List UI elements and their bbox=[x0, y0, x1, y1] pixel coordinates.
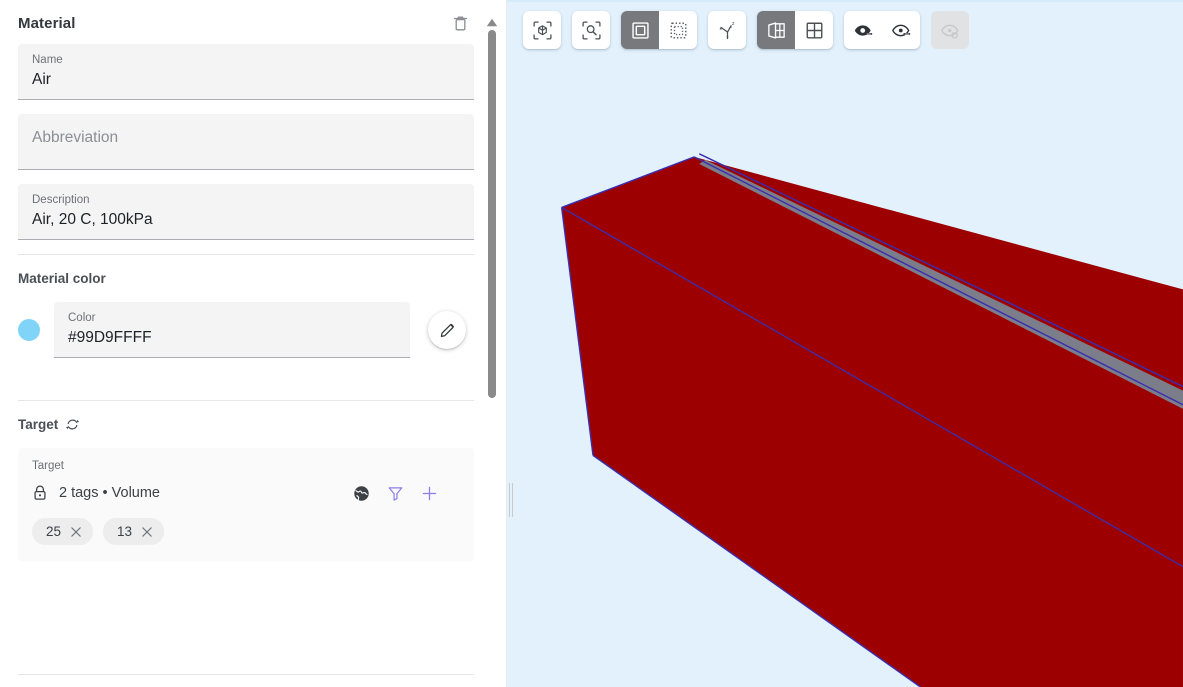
resize-grip-line bbox=[512, 483, 513, 517]
hide-selected-button[interactable] bbox=[882, 11, 920, 49]
axes-triad-button[interactable]: z bbox=[708, 11, 746, 49]
abbreviation-field[interactable]: Abbreviation bbox=[18, 114, 474, 170]
toolbar-group-layout bbox=[757, 11, 833, 49]
target-summary-left: 2 tags • Volume bbox=[32, 484, 160, 502]
trash-icon bbox=[453, 16, 467, 31]
select-box-button[interactable] bbox=[659, 11, 697, 49]
select-single-icon bbox=[631, 21, 649, 39]
scrollbar-thumb[interactable] bbox=[488, 30, 496, 398]
target-card-label: Target bbox=[32, 460, 64, 472]
target-tags: 25 13 bbox=[32, 518, 460, 545]
material-color-row: Color #99D9FFFF bbox=[0, 302, 492, 358]
zoom-to-selection-button[interactable] bbox=[572, 11, 610, 49]
select-single-button[interactable] bbox=[621, 11, 659, 49]
add-tag-button[interactable] bbox=[418, 482, 440, 504]
target-summary-row: 2 tags • Volume bbox=[32, 482, 460, 504]
description-field[interactable]: Description Air, 20 C, 100kPa bbox=[18, 184, 474, 240]
filter-icon bbox=[388, 486, 402, 501]
toolbar-group-visibility bbox=[844, 11, 920, 49]
toolbar-group-axes: z bbox=[708, 11, 746, 49]
globe-icon bbox=[353, 485, 369, 501]
show-hidden-button[interactable] bbox=[844, 11, 882, 49]
filter-button[interactable] bbox=[384, 482, 406, 504]
reset-visibility-button bbox=[931, 11, 969, 49]
pencil-icon bbox=[440, 323, 454, 337]
remove-tag-icon[interactable] bbox=[141, 526, 153, 538]
svg-text:z: z bbox=[731, 20, 734, 26]
app-root: Material Name Air Abbreviation Descripti… bbox=[0, 0, 1183, 687]
abbreviation-field-placeholder: Abbreviation bbox=[32, 128, 119, 146]
panel-scrollbar[interactable] bbox=[485, 0, 499, 687]
resize-grip-line bbox=[509, 483, 510, 517]
color-field-value: #99D9FFFF bbox=[68, 329, 152, 346]
panel-resize-handle[interactable] bbox=[507, 482, 515, 518]
refresh-icon[interactable] bbox=[65, 417, 80, 432]
panel-header: Material bbox=[0, 0, 492, 44]
material-color-section-header: Material color bbox=[0, 255, 492, 296]
select-box-icon bbox=[670, 22, 686, 38]
target-section-header: Target bbox=[0, 401, 492, 442]
name-field-value: Air bbox=[32, 71, 51, 88]
color-swatch[interactable] bbox=[18, 319, 40, 341]
tag-label: 13 bbox=[117, 524, 133, 539]
delete-material-button[interactable] bbox=[446, 9, 474, 37]
material-properties-panel: Material Name Air Abbreviation Descripti… bbox=[0, 0, 507, 687]
edit-color-button[interactable] bbox=[428, 311, 466, 349]
toolbar-group-view-fit bbox=[523, 11, 561, 49]
3d-solid-model[interactable] bbox=[507, 0, 1183, 687]
target-title: Target bbox=[18, 417, 59, 432]
description-field-label: Description bbox=[32, 194, 90, 206]
remove-tag-icon[interactable] bbox=[70, 526, 82, 538]
scroll-up-arrow-icon[interactable] bbox=[486, 14, 498, 27]
toolbar-group-selection-mode bbox=[621, 11, 697, 49]
tag-chip[interactable]: 25 bbox=[32, 518, 94, 545]
page-title: Material bbox=[18, 14, 76, 32]
target-actions bbox=[350, 482, 460, 504]
axes-triad-icon: z bbox=[718, 20, 734, 39]
grid-view-icon bbox=[806, 22, 822, 38]
grid-view-button[interactable] bbox=[795, 11, 833, 49]
target-summary-text: 2 tags • Volume bbox=[59, 485, 160, 501]
color-field-label: Color bbox=[68, 312, 96, 324]
toolbar-group-zoom-selection bbox=[572, 11, 610, 49]
tag-label: 25 bbox=[46, 524, 62, 539]
globe-button[interactable] bbox=[350, 482, 372, 504]
tag-chip[interactable]: 13 bbox=[103, 518, 165, 545]
name-field[interactable]: Name Air bbox=[18, 44, 474, 100]
description-field-value: Air, 20 C, 100kPa bbox=[32, 211, 153, 228]
3d-viewport[interactable]: z bbox=[507, 0, 1183, 687]
panel-content: Material Name Air Abbreviation Descripti… bbox=[0, 0, 492, 687]
zoom-to-selection-icon bbox=[581, 20, 601, 40]
target-card: Target 2 tags • Volume 25 13 bbox=[18, 448, 474, 561]
material-fields: Name Air Abbreviation Description Air, 2… bbox=[0, 44, 492, 240]
split-view-button[interactable] bbox=[757, 11, 795, 49]
fit-to-object-button[interactable] bbox=[523, 11, 561, 49]
color-hex-field[interactable]: Color #99D9FFFF bbox=[54, 302, 410, 358]
viewport-toolbar: z bbox=[523, 11, 969, 49]
split-view-icon bbox=[767, 21, 785, 39]
reset-visibility-icon bbox=[940, 24, 958, 39]
material-color-title: Material color bbox=[18, 271, 106, 286]
name-field-label: Name bbox=[32, 54, 63, 66]
lock-icon bbox=[32, 484, 48, 502]
show-hidden-icon bbox=[854, 24, 872, 36]
section-divider-3 bbox=[18, 674, 474, 675]
hide-selected-icon bbox=[891, 24, 910, 36]
plus-icon bbox=[422, 486, 436, 500]
fit-to-object-icon bbox=[532, 20, 552, 40]
toolbar-group-visibility-reset bbox=[931, 11, 969, 49]
